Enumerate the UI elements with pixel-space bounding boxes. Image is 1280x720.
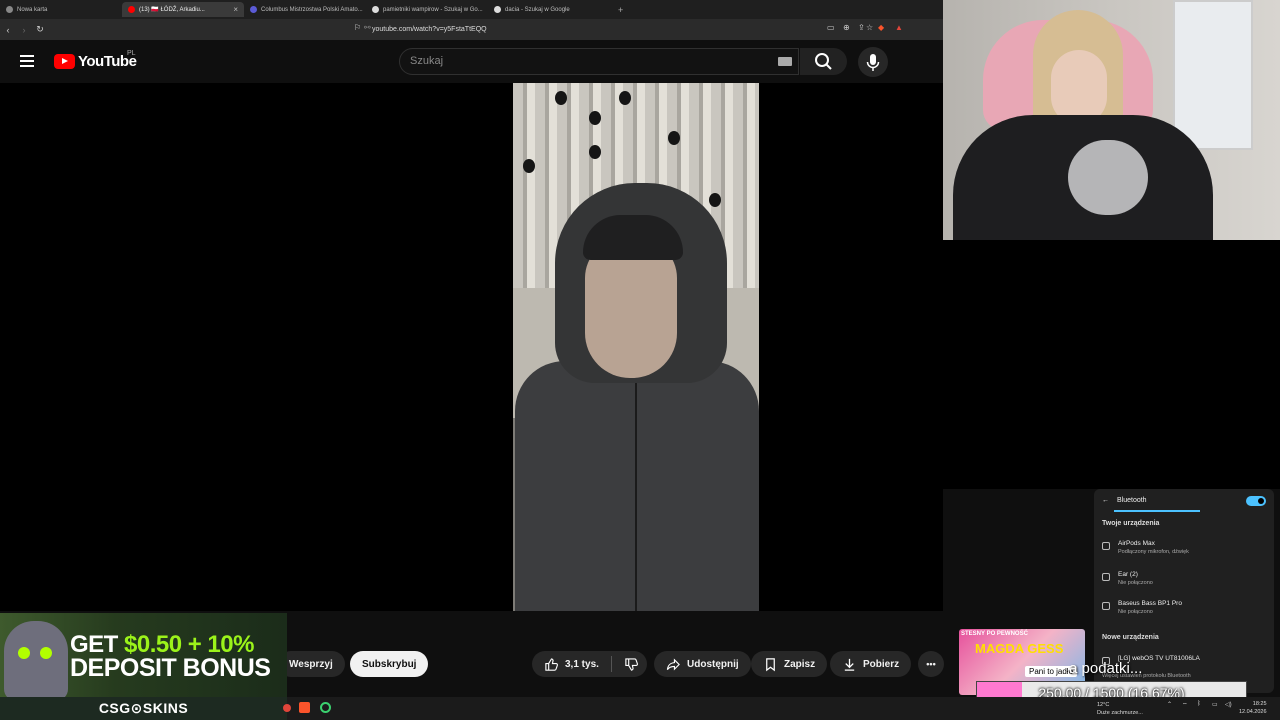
- rewards-icon[interactable]: ▲: [895, 23, 903, 32]
- reload-icon[interactable]: ↻: [32, 24, 48, 35]
- bt-device-airpods[interactable]: AirPods Max Podłączony mikrofon, dźwięk: [1102, 540, 1189, 555]
- webcam-person-knee: [1068, 140, 1148, 215]
- cast-icon[interactable]: ▭: [827, 23, 835, 32]
- bluetooth-title: Bluetooth: [1117, 497, 1147, 504]
- video-person-jacket: [515, 361, 759, 611]
- ad-mascot: [4, 621, 68, 701]
- webcam-person-face: [1051, 50, 1107, 125]
- volume-icon[interactable]: ◁): [1225, 701, 1232, 708]
- taskbar-clock[interactable]: 18:25 12.04.2026: [1239, 700, 1267, 716]
- url-field[interactable]: youtube.com/watch?v=y5FstaTtEQQ: [372, 24, 842, 36]
- youtube-logo[interactable]: YouTube: [54, 53, 137, 70]
- sponsor-ad-banner[interactable]: GET $0.50 + 10% DEPOSIT BONUS CSG⊙SKINS: [0, 613, 287, 720]
- tab-google-search-1[interactable]: pamietniki wampirow - Szukaj w Go...: [366, 2, 488, 17]
- globe-icon: [6, 6, 13, 13]
- search-button[interactable]: [800, 48, 847, 75]
- tab-google-search-2[interactable]: dacia - Szukaj w Google: [488, 2, 610, 17]
- my-devices-heading: Twoje urządzenia: [1102, 520, 1160, 527]
- earbuds-icon: [1102, 602, 1110, 610]
- bookmark-icon: [766, 657, 775, 671]
- new-devices-heading: Nowe urządzenia: [1102, 634, 1159, 641]
- share-button[interactable]: Udostępnij: [654, 651, 751, 677]
- youtube-play-icon: [54, 54, 75, 69]
- download-icon: [844, 658, 855, 671]
- site-favicon-icon: [250, 6, 257, 13]
- like-dislike-group: 3,1 tys.: [532, 651, 647, 677]
- google-favicon-icon: [372, 6, 379, 13]
- youtube-favicon-icon: [128, 6, 135, 13]
- search-icon: [815, 53, 832, 70]
- app-circle-icon[interactable]: [320, 702, 331, 713]
- forward-icon[interactable]: ›: [16, 25, 32, 35]
- thumb-up-icon[interactable]: [544, 657, 559, 672]
- back-icon[interactable]: ‹: [0, 25, 16, 35]
- brave-browser-icon[interactable]: [299, 702, 310, 713]
- menu-icon[interactable]: [20, 55, 34, 67]
- headphones-icon: [1102, 542, 1110, 550]
- monitor-icon[interactable]: ▭: [1212, 701, 1218, 708]
- browser-address-bar: ‹ › ↻ ⚐ ⚯ youtube.com/watch?v=y5FstaTtEQ…: [0, 19, 943, 40]
- tab-new[interactable]: Nowa karta: [0, 2, 122, 17]
- new-tab-button[interactable]: +: [610, 5, 631, 15]
- app-icon[interactable]: [283, 704, 291, 712]
- windows-taskbar: 12°C Duże zachmurze... ⌃ ⌔ ᛒ ▭ ◁) 18:25 …: [283, 697, 1280, 720]
- tab-youtube-video[interactable]: (13) 🇵🇱 ŁÓDŹ, Arkadiu... ×: [122, 2, 244, 17]
- share-page-icon[interactable]: ⇪: [858, 23, 865, 32]
- bt-device-baseus[interactable]: Baseus Bass BP1 Pro Nie połączono: [1102, 600, 1182, 615]
- site-info-icon[interactable]: ⚯: [364, 23, 371, 32]
- close-tab-icon[interactable]: ×: [233, 5, 238, 14]
- star-icon[interactable]: ☆: [866, 23, 873, 32]
- back-arrow-icon[interactable]: ←: [1102, 497, 1109, 504]
- like-count[interactable]: 3,1 tys.: [565, 659, 599, 670]
- webcam-whiteboard: [1173, 0, 1253, 150]
- streamer-webcam: [943, 0, 1280, 240]
- video-jacket-zipper: [635, 383, 637, 611]
- video-player[interactable]: [0, 83, 943, 611]
- browser-tab-bar: Nowa karta (13) 🇵🇱 ŁÓDŹ, Arkadiu... × Col…: [0, 0, 943, 19]
- subscribe-button[interactable]: Subskrybuj: [350, 651, 429, 677]
- more-actions-button[interactable]: •••: [918, 651, 944, 677]
- brave-shield-icon[interactable]: ◆: [878, 23, 884, 32]
- search-input[interactable]: Szukaj: [399, 48, 799, 75]
- youtube-header: YouTube PL Szukaj: [0, 40, 943, 83]
- bluetooth-tray-icon[interactable]: ᛒ: [1197, 701, 1201, 707]
- bluetooth-scan-indicator: [1114, 510, 1200, 512]
- ad-subheadline: DEPOSIT BONUS: [70, 654, 271, 682]
- bt-device-ear[interactable]: Ear (2) Nie połączono: [1102, 571, 1153, 586]
- like-divider: [610, 656, 612, 672]
- download-button[interactable]: Pobierz: [830, 651, 912, 677]
- earbuds-icon: [1102, 573, 1110, 581]
- save-button[interactable]: Zapisz: [751, 651, 828, 677]
- bluetooth-toggle[interactable]: [1246, 496, 1266, 506]
- tab-columbus[interactable]: Columbus Mistrzostwa Polski Amato...: [244, 2, 366, 17]
- stream-overlay-caption: a podatki...: [1069, 660, 1143, 677]
- share-icon: [666, 657, 680, 671]
- network-icon[interactable]: ⌔: [1182, 701, 1188, 709]
- ad-brand: CSG⊙SKINS: [0, 697, 287, 720]
- voice-search-button[interactable]: [858, 47, 888, 77]
- tray-chevron-icon[interactable]: ⌃: [1167, 701, 1172, 708]
- more-icon: •••: [926, 659, 936, 669]
- keyboard-icon[interactable]: [778, 57, 792, 66]
- thumb-down-icon[interactable]: [624, 657, 639, 672]
- microphone-icon: [866, 54, 880, 71]
- screen: Nowa karta (13) 🇵🇱 ŁÓDŹ, Arkadiu... × Col…: [0, 0, 1280, 720]
- bookmark-icon[interactable]: ⚐: [354, 23, 361, 32]
- video-frame: [513, 83, 759, 611]
- weather-widget[interactable]: 12°C Duże zachmurze...: [1097, 701, 1143, 717]
- support-button[interactable]: Wesprzyj: [278, 651, 345, 677]
- video-person-beanie: [583, 215, 683, 260]
- google-favicon-icon: [494, 6, 501, 13]
- zoom-icon[interactable]: ⊕: [843, 23, 850, 32]
- country-code: PL: [127, 50, 136, 57]
